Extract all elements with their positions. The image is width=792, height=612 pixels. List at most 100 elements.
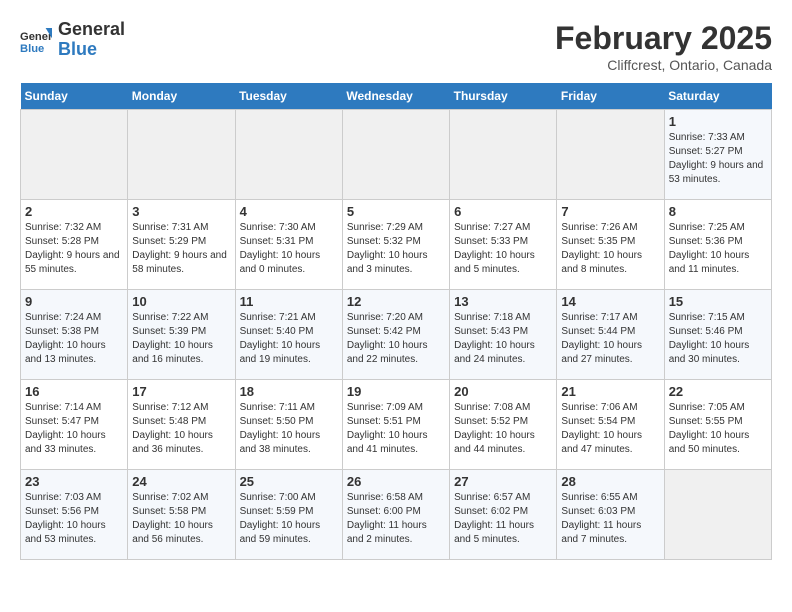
day-number: 23 (25, 474, 123, 489)
calendar-cell: 26 Sunrise: 6:58 AM Sunset: 6:00 PM Dayli… (342, 470, 449, 560)
svg-text:Blue: Blue (20, 43, 44, 55)
calendar-cell: 19Sunrise: 7:09 AM Sunset: 5:51 PM Dayli… (342, 380, 449, 470)
day-number: 9 (25, 294, 123, 309)
calendar-cell: 12 Sunrise: 7:20 AM Sunset: 5:42 PM Dayli… (342, 290, 449, 380)
day-info: Sunrise: 7:20 AM Sunset: 5:42 PM Dayligh… (347, 311, 445, 367)
logo-icon: General Blue (20, 24, 52, 56)
day-number: 17 (132, 384, 230, 399)
calendar-cell: 2Sunrise: 7:32 AM Sunset: 5:28 PM Daylig… (21, 200, 128, 290)
calendar-cell: 10 Sunrise: 7:22 AM Sunset: 5:39 PM Dayli… (128, 290, 235, 380)
calendar-cell: 16Sunrise: 7:14 AM Sunset: 5:47 PM Dayli… (21, 380, 128, 470)
calendar-cell: 14 Sunrise: 7:17 AM Sunset: 5:44 PM Dayli… (557, 290, 664, 380)
day-info: Sunrise: 7:32 AM Sunset: 5:28 PM Dayligh… (25, 221, 123, 277)
day-number: 4 (240, 204, 338, 219)
calendar-cell: 8 Sunrise: 7:25 AM Sunset: 5:36 PM Daylig… (664, 200, 771, 290)
day-info: Sunrise: 6:57 AM Sunset: 6:02 PM Dayligh… (454, 491, 552, 547)
day-number: 28 (561, 474, 659, 489)
day-number: 15 (669, 294, 767, 309)
day-info: Sunrise: 7:27 AM Sunset: 5:33 PM Dayligh… (454, 221, 552, 277)
calendar-cell: 1 Sunrise: 7:33 AM Sunset: 5:27 PM Daylig… (664, 110, 771, 200)
day-number: 26 (347, 474, 445, 489)
week-row-2: 2Sunrise: 7:32 AM Sunset: 5:28 PM Daylig… (21, 200, 772, 290)
calendar-cell: 25 Sunrise: 7:00 AM Sunset: 5:59 PM Dayli… (235, 470, 342, 560)
day-info: Sunrise: 7:24 AM Sunset: 5:38 PM Dayligh… (25, 311, 123, 367)
calendar-cell: 5Sunrise: 7:29 AM Sunset: 5:32 PM Daylig… (342, 200, 449, 290)
day-number: 1 (669, 114, 767, 129)
day-info: Sunrise: 7:29 AM Sunset: 5:32 PM Dayligh… (347, 221, 445, 277)
day-number: 10 (132, 294, 230, 309)
day-info: Sunrise: 7:25 AM Sunset: 5:36 PM Dayligh… (669, 221, 767, 277)
day-number: 20 (454, 384, 552, 399)
calendar-cell: 20 Sunrise: 7:08 AM Sunset: 5:52 PM Dayli… (450, 380, 557, 470)
day-info: Sunrise: 7:12 AM Sunset: 5:48 PM Dayligh… (132, 401, 230, 457)
weekday-friday: Friday (557, 83, 664, 110)
calendar-cell (21, 110, 128, 200)
day-info: Sunrise: 7:18 AM Sunset: 5:43 PM Dayligh… (454, 311, 552, 367)
weekday-monday: Monday (128, 83, 235, 110)
calendar-cell: 13 Sunrise: 7:18 AM Sunset: 5:43 PM Dayli… (450, 290, 557, 380)
svg-text:General: General (20, 31, 52, 43)
calendar-cell: 15 Sunrise: 7:15 AM Sunset: 5:46 PM Dayli… (664, 290, 771, 380)
day-info: Sunrise: 7:05 AM Sunset: 5:55 PM Dayligh… (669, 401, 767, 457)
day-info: Sunrise: 7:08 AM Sunset: 5:52 PM Dayligh… (454, 401, 552, 457)
calendar-cell (664, 470, 771, 560)
day-info: Sunrise: 7:11 AM Sunset: 5:50 PM Dayligh… (240, 401, 338, 457)
day-number: 12 (347, 294, 445, 309)
day-number: 7 (561, 204, 659, 219)
calendar-cell: 22 Sunrise: 7:05 AM Sunset: 5:55 PM Dayli… (664, 380, 771, 470)
logo-line1: General (58, 19, 125, 39)
weekday-thursday: Thursday (450, 83, 557, 110)
calendar-cell: 3 Sunrise: 7:31 AM Sunset: 5:29 PM Daylig… (128, 200, 235, 290)
day-number: 24 (132, 474, 230, 489)
day-number: 13 (454, 294, 552, 309)
day-number: 18 (240, 384, 338, 399)
logo: General Blue General Blue (20, 20, 125, 60)
week-row-3: 9 Sunrise: 7:24 AM Sunset: 5:38 PM Daylig… (21, 290, 772, 380)
calendar-title: February 2025 (555, 20, 772, 57)
calendar-table: SundayMondayTuesdayWednesdayThursdayFrid… (20, 83, 772, 560)
day-info: Sunrise: 7:15 AM Sunset: 5:46 PM Dayligh… (669, 311, 767, 367)
day-number: 11 (240, 294, 338, 309)
day-info: Sunrise: 7:09 AM Sunset: 5:51 PM Dayligh… (347, 401, 445, 457)
day-info: Sunrise: 7:33 AM Sunset: 5:27 PM Dayligh… (669, 131, 767, 187)
day-info: Sunrise: 7:06 AM Sunset: 5:54 PM Dayligh… (561, 401, 659, 457)
calendar-cell: 4 Sunrise: 7:30 AM Sunset: 5:31 PM Daylig… (235, 200, 342, 290)
calendar-cell (128, 110, 235, 200)
day-number: 27 (454, 474, 552, 489)
day-info: Sunrise: 7:14 AM Sunset: 5:47 PM Dayligh… (25, 401, 123, 457)
day-number: 8 (669, 204, 767, 219)
calendar-cell (557, 110, 664, 200)
calendar-cell (342, 110, 449, 200)
day-info: Sunrise: 7:26 AM Sunset: 5:35 PM Dayligh… (561, 221, 659, 277)
header: General Blue General Blue February 2025 … (20, 20, 772, 73)
day-number: 3 (132, 204, 230, 219)
day-info: Sunrise: 7:21 AM Sunset: 5:40 PM Dayligh… (240, 311, 338, 367)
day-number: 6 (454, 204, 552, 219)
calendar-cell: 21 Sunrise: 7:06 AM Sunset: 5:54 PM Dayli… (557, 380, 664, 470)
calendar-subtitle: Cliffcrest, Ontario, Canada (555, 57, 772, 73)
calendar-cell: 11 Sunrise: 7:21 AM Sunset: 5:40 PM Dayli… (235, 290, 342, 380)
day-number: 25 (240, 474, 338, 489)
day-number: 14 (561, 294, 659, 309)
calendar-cell: 27 Sunrise: 6:57 AM Sunset: 6:02 PM Dayli… (450, 470, 557, 560)
day-info: Sunrise: 7:00 AM Sunset: 5:59 PM Dayligh… (240, 491, 338, 547)
weekday-saturday: Saturday (664, 83, 771, 110)
day-info: Sunrise: 7:31 AM Sunset: 5:29 PM Dayligh… (132, 221, 230, 277)
week-row-4: 16Sunrise: 7:14 AM Sunset: 5:47 PM Dayli… (21, 380, 772, 470)
day-info: Sunrise: 7:17 AM Sunset: 5:44 PM Dayligh… (561, 311, 659, 367)
weekday-header-row: SundayMondayTuesdayWednesdayThursdayFrid… (21, 83, 772, 110)
weekday-tuesday: Tuesday (235, 83, 342, 110)
weekday-sunday: Sunday (21, 83, 128, 110)
weekday-wednesday: Wednesday (342, 83, 449, 110)
calendar-cell: 6 Sunrise: 7:27 AM Sunset: 5:33 PM Daylig… (450, 200, 557, 290)
day-number: 22 (669, 384, 767, 399)
calendar-cell: 28Sunrise: 6:55 AM Sunset: 6:03 PM Dayli… (557, 470, 664, 560)
day-number: 21 (561, 384, 659, 399)
day-info: Sunrise: 7:30 AM Sunset: 5:31 PM Dayligh… (240, 221, 338, 277)
day-info: Sunrise: 7:22 AM Sunset: 5:39 PM Dayligh… (132, 311, 230, 367)
calendar-cell (235, 110, 342, 200)
day-info: Sunrise: 7:03 AM Sunset: 5:56 PM Dayligh… (25, 491, 123, 547)
week-row-1: 1 Sunrise: 7:33 AM Sunset: 5:27 PM Daylig… (21, 110, 772, 200)
day-info: Sunrise: 6:58 AM Sunset: 6:00 PM Dayligh… (347, 491, 445, 547)
calendar-cell: 23 Sunrise: 7:03 AM Sunset: 5:56 PM Dayli… (21, 470, 128, 560)
